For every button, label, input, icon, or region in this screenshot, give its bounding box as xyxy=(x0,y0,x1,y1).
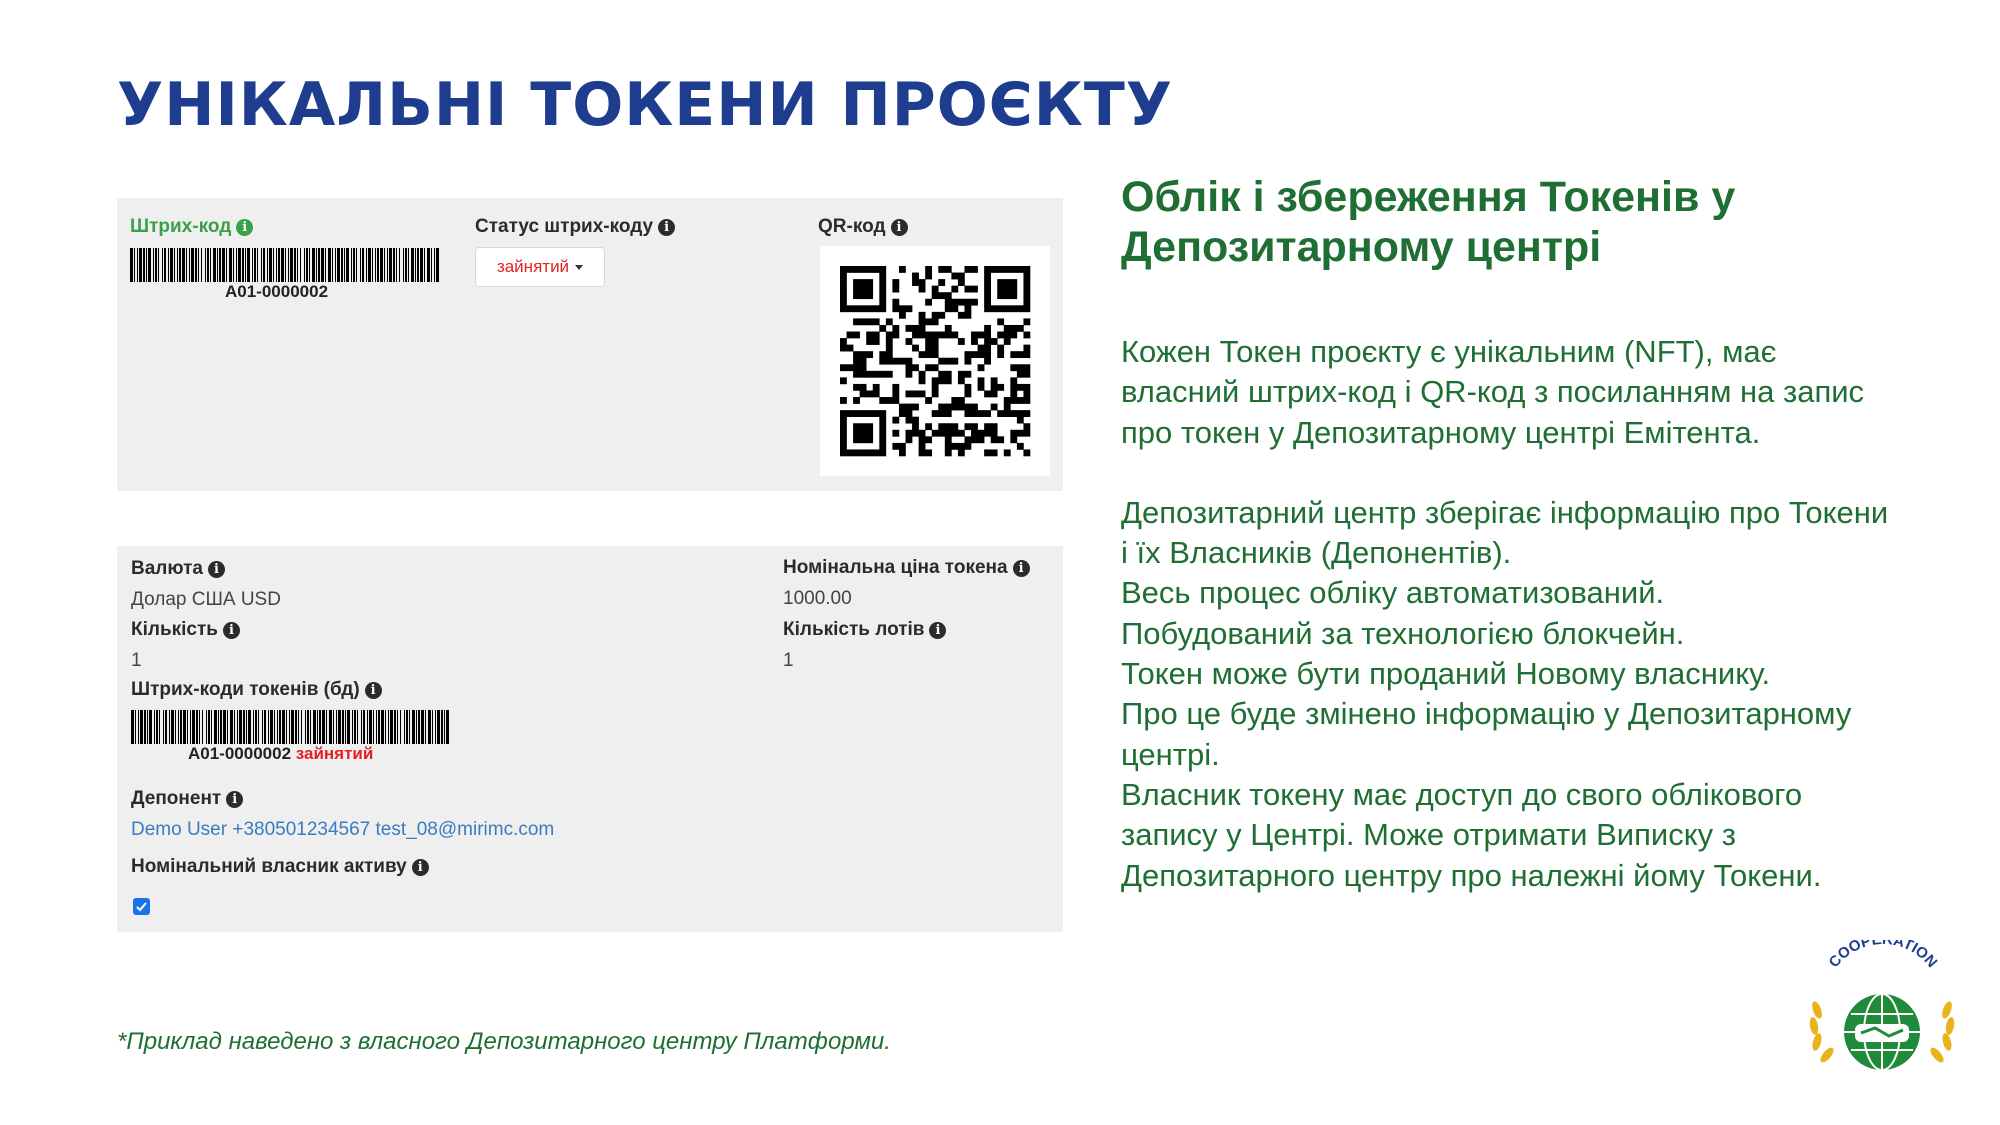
body-line: Весь процес обліку автоматизований. xyxy=(1121,575,1665,611)
slide-title: УНІКАЛЬНІ ТОКЕНИ ПРОЄКТУ xyxy=(117,70,1174,140)
qr-label: QR-код i xyxy=(818,216,908,238)
info-icon[interactable]: i xyxy=(1012,559,1030,577)
depositor-label: Депонент i xyxy=(131,788,244,810)
quantity-label: Кількість i xyxy=(131,619,240,641)
info-icon[interactable]: i xyxy=(890,218,908,236)
currency-value: Долар США USD xyxy=(131,589,281,610)
body-line: Депозитарний центр зберігає інформацію п… xyxy=(1121,494,1889,571)
body-line: Власник токену має доступ до свого облік… xyxy=(1121,776,1822,893)
body-line: Токен може бути проданий Новому власнику… xyxy=(1121,656,1771,692)
token-barcodes-label: Штрих-коди токенів (бд) i xyxy=(131,679,382,701)
right-heading: Облік і збереження Токенів у Депозитарно… xyxy=(1121,173,1736,271)
qr-code[interactable] xyxy=(820,246,1050,476)
nominal-owner-label: Номінальний власник активу i xyxy=(131,856,429,878)
qr-code-image xyxy=(840,266,1031,457)
status-dropdown[interactable]: зайнятий xyxy=(475,247,605,287)
lots-label: Кількість лотів i xyxy=(783,619,947,641)
info-icon[interactable]: i xyxy=(236,218,254,236)
nominal-owner-checkbox[interactable] xyxy=(133,898,150,915)
quantity-value: 1 xyxy=(131,650,142,671)
info-icon[interactable]: i xyxy=(929,621,947,639)
token-barcode-status: зайнятий xyxy=(295,744,374,763)
info-icon[interactable]: i xyxy=(411,858,429,876)
check-icon xyxy=(136,902,147,912)
nominal-price-label: Номінальна ціна токена i xyxy=(783,557,1030,579)
barcode-image xyxy=(130,248,440,282)
depositor-link[interactable]: Demo User +380501234567 test_08@mirimc.c… xyxy=(131,819,554,841)
cooperation-logo: COOPERATION xyxy=(1809,940,1955,1070)
barcode-label: Штрих-код i xyxy=(130,216,254,238)
info-icon[interactable]: i xyxy=(222,621,240,639)
barcode-value: A01-0000002 xyxy=(225,282,329,301)
caret-down-icon xyxy=(575,264,584,270)
token-barcode-image xyxy=(131,710,449,744)
currency-label: Валюта i xyxy=(131,558,225,580)
info-icon[interactable]: i xyxy=(364,681,382,699)
right-body: Кожен Токен проєкту є унікальним (NFT), … xyxy=(1121,332,1901,896)
barcode-panel: Штрих-код i A01-0000002 Статус штрих-код… xyxy=(117,198,1063,491)
info-icon[interactable]: i xyxy=(658,218,676,236)
logo-text: COOPERATION xyxy=(1826,940,1941,971)
info-icon[interactable]: i xyxy=(207,560,225,578)
nominal-price-value: 1000.00 xyxy=(783,588,852,609)
lots-value: 1 xyxy=(783,650,794,671)
info-icon[interactable]: i xyxy=(226,790,244,808)
token-barcode-text: A01-0000002 зайнятий xyxy=(188,744,374,763)
barcode-status-label: Статус штрих-коду i xyxy=(475,216,676,238)
footnote: *Приклад наведено з власного Депозитарно… xyxy=(117,1028,891,1055)
body-line: Про це буде змінено інформацію у Депозит… xyxy=(1121,696,1852,772)
body-line: Побудований за технологією блокчейн. xyxy=(1121,615,1685,651)
intro-paragraph: Кожен Токен проєкту є унікальним (NFT), … xyxy=(1121,334,1865,450)
token-details-panel: Валюта i Долар США USD Кількість i 1 Штр… xyxy=(117,546,1063,932)
